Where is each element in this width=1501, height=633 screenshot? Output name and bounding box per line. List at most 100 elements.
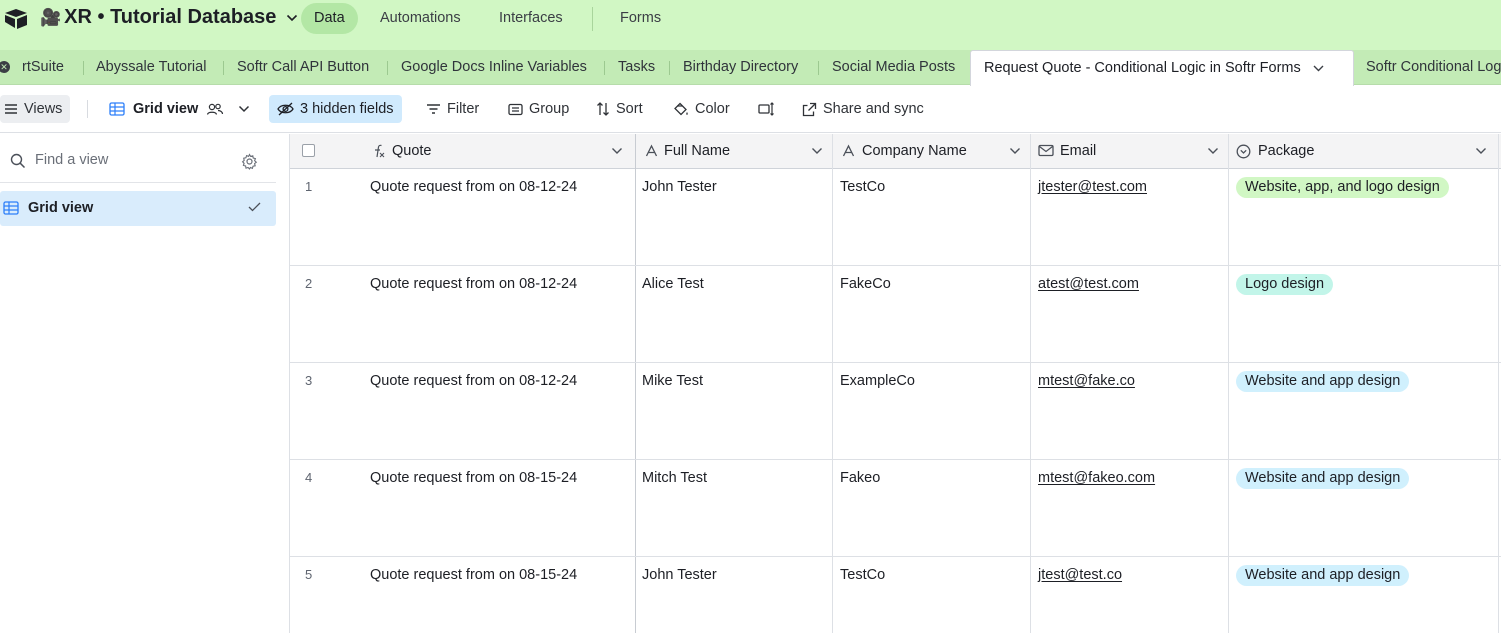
header-select-all [290, 134, 360, 169]
filter-button[interactable]: Filter [420, 95, 485, 123]
column-header-package[interactable]: Package [1229, 134, 1499, 169]
cell-quote[interactable]: Quote request from on 08-15-24 [370, 557, 577, 633]
column-header-email[interactable]: Email [1031, 134, 1229, 169]
column-header-full-name[interactable]: Full Name [636, 134, 833, 169]
table-row[interactable]: 3 Quote request from on 08-12-24 Mike Te… [290, 363, 1501, 460]
hidden-fields-button[interactable]: 3 hidden fields [269, 95, 402, 123]
tab-social-media-posts[interactable]: Social Media Posts [832, 50, 955, 85]
view-toolbar: Views Grid view 3 hidden fields Filter G… [0, 86, 1501, 133]
nav-interfaces[interactable]: Interfaces [486, 3, 576, 34]
row-number: 3 [305, 373, 313, 388]
cell-quote[interactable]: Quote request from on 08-12-24 [370, 266, 577, 363]
checkmark-icon [248, 202, 261, 212]
table-row[interactable]: 1 Quote request from on 08-12-24 John Te… [290, 169, 1501, 266]
tab-softr-call-api-button[interactable]: Softr Call API Button [237, 50, 369, 85]
cell-email[interactable]: mtest@fake.co [1038, 363, 1135, 460]
email-link[interactable]: mtest@fakeo.com [1038, 470, 1155, 486]
tab-rtsuite[interactable]: rtSuite [22, 50, 64, 85]
cell-company-name[interactable]: ExampleCo [840, 363, 915, 460]
cell-package[interactable]: Website, app, and logo design [1236, 169, 1449, 266]
sort-button[interactable]: Sort [590, 95, 649, 123]
tab-birthday-directory[interactable]: Birthday Directory [683, 50, 798, 85]
cell-full-name[interactable]: John Tester [642, 169, 717, 266]
cell-email[interactable]: jtester@test.com [1038, 169, 1147, 266]
email-link[interactable]: jtest@test.co [1038, 567, 1122, 583]
paint-bucket-icon [674, 102, 688, 115]
cell-email[interactable]: mtest@fakeo.com [1038, 460, 1155, 557]
views-sidebar: Find a view Grid view [0, 134, 290, 633]
tab-abyssale-tutorial[interactable]: Abyssale Tutorial [96, 50, 206, 85]
sort-icon [597, 102, 609, 116]
cell-quote[interactable]: Quote request from on 08-15-24 [370, 460, 577, 557]
nav-data[interactable]: Data [301, 3, 358, 34]
group-button[interactable]: Group [502, 95, 575, 123]
row-height-button[interactable] [752, 95, 781, 123]
email-field-icon [1038, 144, 1054, 157]
cell-package[interactable]: Website and app design [1236, 363, 1410, 460]
cell-email[interactable]: jtest@test.co [1038, 557, 1122, 633]
views-toggle-button[interactable]: Views [0, 95, 71, 123]
select-all-checkbox[interactable] [302, 144, 315, 157]
tab-google-docs-inline-variables[interactable]: Google Docs Inline Variables [401, 50, 587, 85]
cell-company-name[interactable]: TestCo [840, 557, 885, 633]
cell-full-name[interactable]: Mitch Test [642, 460, 707, 557]
cell-company-name[interactable]: Fakeo [840, 460, 880, 557]
row-number: 2 [305, 276, 313, 291]
cell-full-name[interactable]: Alice Test [642, 266, 704, 363]
gear-icon[interactable] [241, 153, 258, 170]
records-grid: Quote Full Name Company Name Email Packa… [290, 134, 1501, 633]
base-title-button[interactable]: 🎥 XR • Tutorial Database [40, 6, 298, 29]
cell-package[interactable]: Website and app design [1236, 557, 1410, 633]
tab-divider [818, 61, 819, 75]
chevron-down-icon[interactable] [1207, 147, 1219, 155]
cell-email[interactable]: atest@test.com [1038, 266, 1139, 363]
text-field-icon [645, 144, 658, 157]
text-field-icon [842, 144, 855, 157]
row-number: 1 [305, 179, 313, 194]
cell-company-name[interactable]: TestCo [840, 169, 885, 266]
column-header-label: Company Name [862, 143, 967, 159]
tab-divider [223, 61, 224, 75]
cell-full-name[interactable]: John Tester [642, 557, 717, 633]
grid-view-icon [3, 201, 19, 215]
color-button[interactable]: Color [667, 95, 736, 123]
column-header-quote[interactable]: Quote [360, 134, 636, 169]
chevron-down-icon[interactable] [1475, 147, 1487, 155]
share-and-sync-button[interactable]: Share and sync [796, 95, 930, 123]
sidebar-item-grid-view[interactable]: Grid view [0, 191, 276, 226]
table-row[interactable]: 5 Quote request from on 08-15-24 John Te… [290, 557, 1501, 633]
tab-softr-conditional-logic[interactable]: Softr Conditional Log [1366, 50, 1501, 85]
find-view-search[interactable]: Find a view [0, 134, 276, 183]
table-row[interactable]: 4 Quote request from on 08-15-24 Mitch T… [290, 460, 1501, 557]
tab-tasks[interactable]: Tasks [618, 50, 655, 85]
tab-divider [604, 61, 605, 75]
nav-forms[interactable]: Forms [607, 3, 674, 34]
email-link[interactable]: jtester@test.com [1038, 179, 1147, 195]
cell-company-name[interactable]: FakeCo [840, 266, 891, 363]
chevron-down-icon [239, 105, 250, 113]
chevron-down-icon[interactable] [1313, 65, 1324, 72]
tab-divider [83, 61, 84, 75]
tab-request-quote-label: Request Quote - Conditional Logic in Sof… [984, 60, 1301, 76]
chevron-down-icon[interactable] [1009, 147, 1021, 155]
cell-package[interactable]: Website and app design [1236, 460, 1410, 557]
tab-request-quote[interactable]: Request Quote - Conditional Logic in Sof… [970, 50, 1354, 86]
cell-quote[interactable]: Quote request from on 08-12-24 [370, 363, 577, 460]
sidebar-item-label: Grid view [28, 200, 94, 216]
base-title: XR • Tutorial Database [64, 6, 277, 28]
view-switcher-button[interactable]: Grid view [103, 95, 256, 123]
cell-package[interactable]: Logo design [1236, 266, 1334, 363]
close-icon[interactable]: ✕ [0, 61, 10, 73]
chevron-down-icon[interactable] [811, 147, 823, 155]
email-link[interactable]: atest@test.com [1038, 276, 1139, 292]
table-row[interactable]: 2 Quote request from on 08-12-24 Alice T… [290, 266, 1501, 363]
email-link[interactable]: mtest@fake.co [1038, 373, 1135, 389]
cell-full-name[interactable]: Mike Test [642, 363, 703, 460]
chevron-down-icon[interactable] [611, 147, 623, 155]
column-header-company-name[interactable]: Company Name [833, 134, 1031, 169]
nav-divider [592, 7, 593, 31]
cell-quote[interactable]: Quote request from on 08-12-24 [370, 169, 577, 266]
nav-automations[interactable]: Automations [367, 3, 474, 34]
airtable-logo-icon[interactable] [3, 8, 29, 30]
package-pill: Website, app, and logo design [1236, 177, 1449, 198]
